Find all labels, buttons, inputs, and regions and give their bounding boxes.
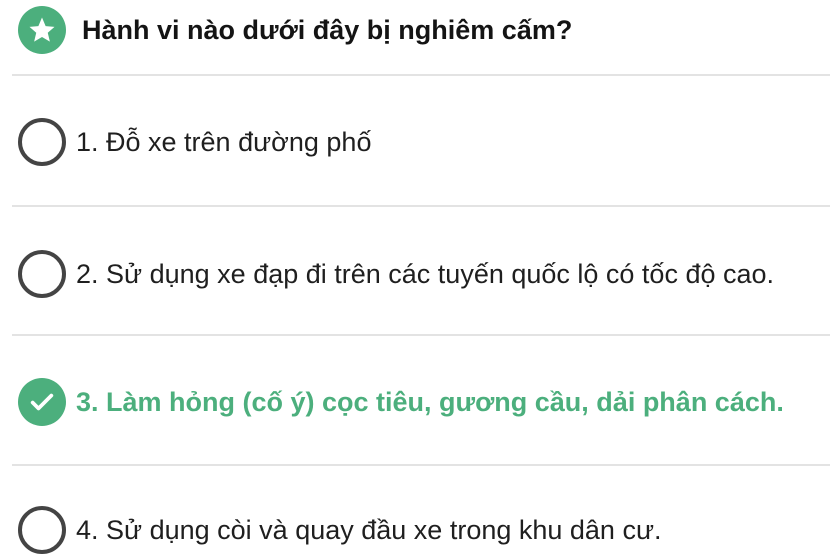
answer-option-3[interactable]: 3. Làm hỏng (cố ý) cọc tiêu, gương cầu, … (18, 364, 830, 440)
answer-option-label: 1. Đỗ xe trên đường phố (76, 127, 372, 157)
answer-option-1[interactable]: 1. Đỗ xe trên đường phố (18, 118, 830, 166)
star-icon (18, 6, 66, 54)
answer-option-label: 3. Làm hỏng (cố ý) cọc tiêu, gương cầu, … (76, 387, 784, 417)
divider (12, 74, 830, 76)
radio-unchecked-icon[interactable] (18, 506, 66, 554)
answer-option-label: 2. Sử dụng xe đạp đi trên các tuyến quốc… (76, 259, 775, 289)
question-header: Hành vi nào dưới đây bị nghiêm cấm? (18, 6, 830, 54)
answer-option-label: 4. Sử dụng còi và quay đầu xe trong khu … (76, 515, 662, 545)
answer-option-2[interactable]: 2. Sử dụng xe đạp đi trên các tuyến quốc… (18, 236, 830, 312)
check-circle-icon[interactable] (18, 378, 66, 426)
divider (12, 464, 830, 466)
radio-unchecked-icon[interactable] (18, 250, 66, 298)
answer-option-4[interactable]: 4. Sử dụng còi và quay đầu xe trong khu … (18, 506, 830, 554)
divider (12, 334, 830, 336)
radio-unchecked-icon[interactable] (18, 118, 66, 166)
divider (12, 205, 830, 207)
question-text: Hành vi nào dưới đây bị nghiêm cấm? (82, 14, 573, 45)
